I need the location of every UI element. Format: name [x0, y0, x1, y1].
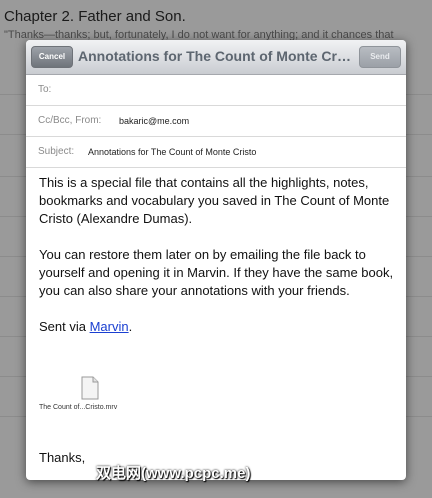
- closing-text: Thanks,: [39, 450, 86, 465]
- body-paragraph: You can restore them later on by emailin…: [39, 247, 394, 298]
- message-body[interactable]: This is a special file that contains all…: [39, 174, 399, 354]
- sent-via-line: Sent via Marvin.: [39, 318, 399, 336]
- sent-via-suffix: .: [128, 319, 133, 334]
- marvin-link[interactable]: Marvin: [90, 319, 129, 334]
- subject-field[interactable]: Subject: Annotations for The Count of Mo…: [26, 137, 406, 168]
- chapter-title: Chapter 2. Father and Son.: [4, 8, 186, 25]
- to-label: To:: [38, 84, 52, 95]
- cc-from-label: Cc/Bcc, From:: [38, 115, 102, 126]
- watermark: 双电网(www.pcpc.me): [96, 465, 251, 482]
- send-button[interactable]: Send: [359, 46, 401, 68]
- to-field[interactable]: To:: [26, 75, 406, 106]
- from-value[interactable]: bakaric@me.com: [119, 116, 189, 126]
- compose-navbar: Cancel Annotations for The Count of Mont…: [26, 40, 406, 75]
- subject-input[interactable]: Annotations for The Count of Monte Crist…: [88, 147, 256, 157]
- subject-label: Subject:: [38, 146, 75, 157]
- sent-via-prefix: Sent via: [39, 319, 90, 334]
- document-icon[interactable]: [81, 376, 99, 400]
- body-paragraph: This is a special file that contains all…: [39, 175, 390, 226]
- compose-sheet: Cancel Annotations for The Count of Mont…: [26, 40, 406, 480]
- attachment-name[interactable]: The Count of...Cristo.mrv: [39, 404, 117, 411]
- cancel-button[interactable]: Cancel: [31, 46, 73, 68]
- compose-title: Annotations for The Count of Monte Crist…: [78, 48, 354, 64]
- cc-from-field[interactable]: Cc/Bcc, From: bakaric@me.com: [26, 106, 406, 137]
